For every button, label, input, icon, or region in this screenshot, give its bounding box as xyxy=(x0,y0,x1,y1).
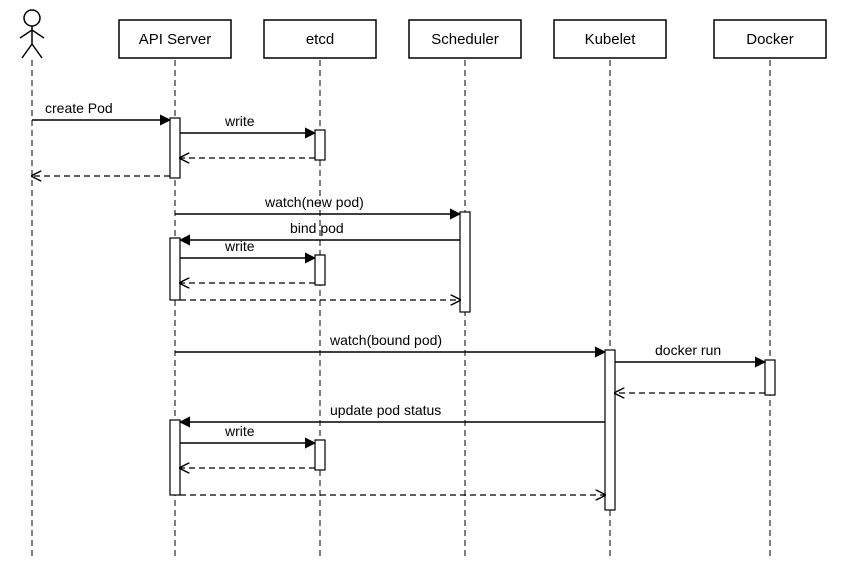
participant-scheduler: Scheduler xyxy=(409,20,521,58)
activation-apiserver-1 xyxy=(170,118,180,178)
msg-label: bind pod xyxy=(290,220,344,236)
msg-label: write xyxy=(224,423,255,439)
activation-apiserver-2 xyxy=(170,238,180,300)
msg-label: update pod status xyxy=(330,402,441,418)
participant-apiserver: API Server xyxy=(119,20,231,58)
activation-etcd-3 xyxy=(315,440,325,470)
activation-etcd-2 xyxy=(315,255,325,285)
msg-label: write xyxy=(224,113,255,129)
activation-apiserver-3 xyxy=(170,420,180,495)
msg-label: watch(bound pod) xyxy=(329,332,442,348)
participant-docker: Docker xyxy=(714,20,826,58)
activation-docker xyxy=(765,360,775,395)
participant-label: Kubelet xyxy=(585,31,637,48)
activation-etcd-1 xyxy=(315,130,325,160)
msg-label: create Pod xyxy=(45,100,113,116)
activation-kubelet xyxy=(605,350,615,510)
participant-label: Docker xyxy=(746,31,794,48)
participant-label: API Server xyxy=(139,31,212,48)
msg-label: docker run xyxy=(655,342,721,358)
msg-label: watch(new pod) xyxy=(264,194,364,210)
activation-scheduler xyxy=(460,212,470,312)
participant-label: Scheduler xyxy=(431,31,499,48)
participant-etcd: etcd xyxy=(264,20,376,58)
sequence-diagram: API Server etcd Scheduler Kubelet Docker… xyxy=(0,0,848,571)
participant-kubelet: Kubelet xyxy=(554,20,666,58)
actor-user xyxy=(20,10,44,58)
msg-label: write xyxy=(224,238,255,254)
participant-label: etcd xyxy=(306,31,334,48)
